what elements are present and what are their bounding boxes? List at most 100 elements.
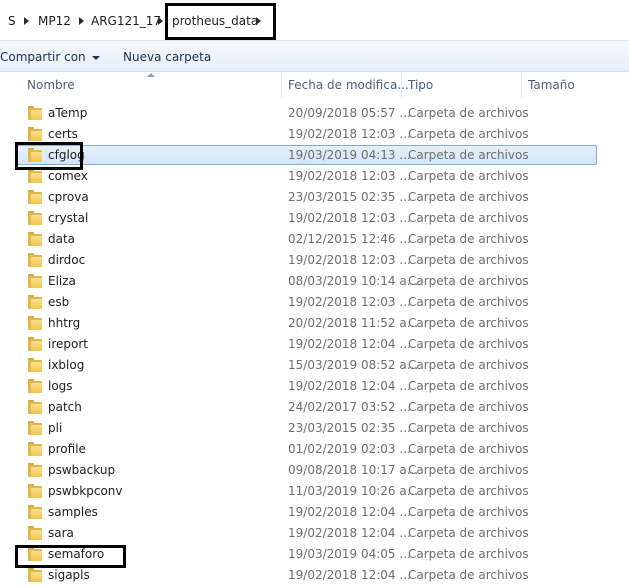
file-date: 19/03/2019 04:13 ... <box>288 148 411 162</box>
annotation-box-breadcrumb <box>165 3 276 40</box>
file-row[interactable]: profile 01/02/2019 02:03 ... Carpeta de ar… <box>0 439 629 460</box>
file-date: 23/03/2015 02:35 ... <box>288 421 411 435</box>
file-row[interactable]: crystal 19/02/2018 12:03 ... Carpeta de ar… <box>0 208 629 229</box>
file-type: Carpeta de archivos <box>408 127 529 141</box>
file-type: Carpeta de archivos <box>408 547 529 561</box>
file-type: Carpeta de archivos <box>408 253 529 267</box>
file-date: 08/03/2019 10:14 a... <box>288 274 419 288</box>
file-name: aTemp <box>48 106 88 120</box>
folder-icon <box>28 400 42 414</box>
folder-icon <box>28 232 42 246</box>
file-type: Carpeta de archivos <box>408 400 529 414</box>
address-bar[interactable]: S MP12 ARG121_17 protheus_data <box>0 0 629 40</box>
file-name: pli <box>48 421 63 435</box>
file-row[interactable]: ireport 19/02/2018 12:04 ... Carpeta de ar… <box>0 334 629 355</box>
column-header-date[interactable]: Fecha de modifica... <box>288 72 409 98</box>
folder-icon <box>28 190 42 204</box>
file-row[interactable]: cprova 23/03/2015 02:35 ... Carpeta de arc… <box>0 187 629 208</box>
folder-icon <box>28 463 42 477</box>
file-type: Carpeta de archivos <box>408 526 529 540</box>
share-with-button[interactable]: Compartir con <box>0 49 100 65</box>
file-type: Carpeta de archivos <box>408 421 529 435</box>
file-date: 11/03/2019 10:26 a... <box>288 484 419 498</box>
column-header-size[interactable]: Tamaño <box>528 72 575 98</box>
file-row[interactable]: pswbkpconv 11/03/2019 10:26 a... Carpeta d… <box>0 481 629 502</box>
file-row[interactable]: Eliza 08/03/2019 10:14 a... Carpeta de arc… <box>0 271 629 292</box>
file-type: Carpeta de archivos <box>408 358 529 372</box>
file-row[interactable]: samples 19/02/2018 12:04 ... Carpeta de ar… <box>0 502 629 523</box>
file-date: 19/03/2019 04:05 ... <box>288 547 411 561</box>
file-name: pswbkpconv <box>48 484 123 498</box>
chevron-right-icon[interactable] <box>79 17 84 25</box>
file-date: 20/09/2018 05:57 ... <box>288 106 411 120</box>
file-name: samples <box>48 505 98 519</box>
file-row[interactable]: dirdoc 19/02/2018 12:03 ... Carpeta de arc… <box>0 250 629 271</box>
folder-icon <box>28 337 42 351</box>
file-date: 19/02/2018 12:03 ... <box>288 169 411 183</box>
file-name: data <box>48 232 76 246</box>
file-row[interactable]: hhtrg 20/02/2018 11:52 a... Carpeta de arc… <box>0 313 629 334</box>
folder-icon <box>28 295 42 309</box>
file-date: 19/02/2018 12:04 ... <box>288 379 411 393</box>
file-row[interactable]: pswbackup 09/08/2018 10:17 a... Carpeta de… <box>0 460 629 481</box>
file-name: profile <box>48 442 86 456</box>
file-row[interactable]: aTemp 20/09/2018 05:57 ... Carpeta de arch… <box>0 103 629 124</box>
file-date: 01/02/2019 02:03 ... <box>288 442 411 456</box>
folder-icon <box>28 274 42 288</box>
column-header-name[interactable]: Nombre <box>27 72 75 98</box>
folder-icon <box>28 484 42 498</box>
file-type: Carpeta de archivos <box>408 148 529 162</box>
file-date: 19/02/2018 12:03 ... <box>288 127 411 141</box>
file-row[interactable]: pli 23/03/2015 02:35 ... Carpeta de archiv… <box>0 418 629 439</box>
breadcrumb-item-arg121-17[interactable]: ARG121_17 <box>91 11 161 31</box>
file-row[interactable]: logs 19/02/2018 12:04 ... Carpeta de archi… <box>0 376 629 397</box>
breadcrumb-item-mp12[interactable]: MP12 <box>38 11 71 31</box>
column-header-row: Nombre Fecha de modifica... Tipo Tamaño <box>0 72 629 98</box>
file-date: 09/08/2018 10:17 a... <box>288 463 419 477</box>
file-row[interactable]: comex 19/02/2018 12:03 ... Carpeta de arch… <box>0 166 629 187</box>
file-row[interactable]: esb 19/02/2018 12:03 ... Carpeta de archiv… <box>0 292 629 313</box>
folder-icon <box>28 106 42 120</box>
folder-icon <box>28 526 42 540</box>
file-name: ireport <box>48 337 88 351</box>
file-name: Eliza <box>48 274 76 288</box>
chevron-right-icon[interactable] <box>158 17 163 25</box>
file-type: Carpeta de archivos <box>408 337 529 351</box>
file-type: Carpeta de archivos <box>408 463 529 477</box>
column-divider[interactable] <box>401 72 402 98</box>
file-date: 19/02/2018 12:04 ... <box>288 505 411 519</box>
folder-icon <box>28 568 42 582</box>
file-date: 19/02/2018 12:03 ... <box>288 253 411 267</box>
file-row[interactable]: data 02/12/2015 12:46 ... Carpeta de archi… <box>0 229 629 250</box>
chevron-right-icon[interactable] <box>24 17 29 25</box>
file-date: 02/12/2015 12:46 ... <box>288 232 411 246</box>
file-date: 23/03/2015 02:35 ... <box>288 190 411 204</box>
file-date: 20/02/2018 11:52 a... <box>288 316 419 330</box>
file-type: Carpeta de archivos <box>408 190 529 204</box>
column-header-type[interactable]: Tipo <box>408 72 433 98</box>
file-row[interactable]: ixblog 15/03/2019 08:52 a... Carpeta de ar… <box>0 355 629 376</box>
file-row[interactable]: sara 19/02/2018 12:04 ... Carpeta de archi… <box>0 523 629 544</box>
file-name: cprova <box>48 190 89 204</box>
folder-icon <box>28 169 42 183</box>
new-folder-button[interactable]: Nueva carpeta <box>123 49 211 65</box>
file-name: patch <box>48 400 82 414</box>
column-divider[interactable] <box>521 72 522 98</box>
command-toolbar: Compartir con Nueva carpeta <box>0 40 629 72</box>
file-type: Carpeta de archivos <box>408 295 529 309</box>
file-type: Carpeta de archivos <box>408 379 529 393</box>
breadcrumb-item-s[interactable]: S <box>8 11 16 31</box>
file-name: dirdoc <box>48 253 86 267</box>
file-type: Carpeta de archivos <box>408 484 529 498</box>
file-row[interactable]: sigapls 19/02/2018 12:04 ... Carpeta de ar… <box>0 565 629 586</box>
file-type: Carpeta de archivos <box>408 274 529 288</box>
file-row[interactable]: certs 19/02/2018 12:03 ... Carpeta de arch… <box>0 124 629 145</box>
file-date: 24/02/2017 03:52 ... <box>288 400 411 414</box>
folder-icon <box>28 505 42 519</box>
file-name: esb <box>48 295 70 309</box>
column-divider[interactable] <box>281 72 282 98</box>
file-row[interactable]: patch 24/02/2017 03:52 ... Carpeta de arch… <box>0 397 629 418</box>
file-name: sigapls <box>48 568 90 582</box>
file-type: Carpeta de archivos <box>408 106 529 120</box>
file-row[interactable]: cfglog 19/03/2019 04:13 ... Carpeta de arc… <box>0 145 629 166</box>
